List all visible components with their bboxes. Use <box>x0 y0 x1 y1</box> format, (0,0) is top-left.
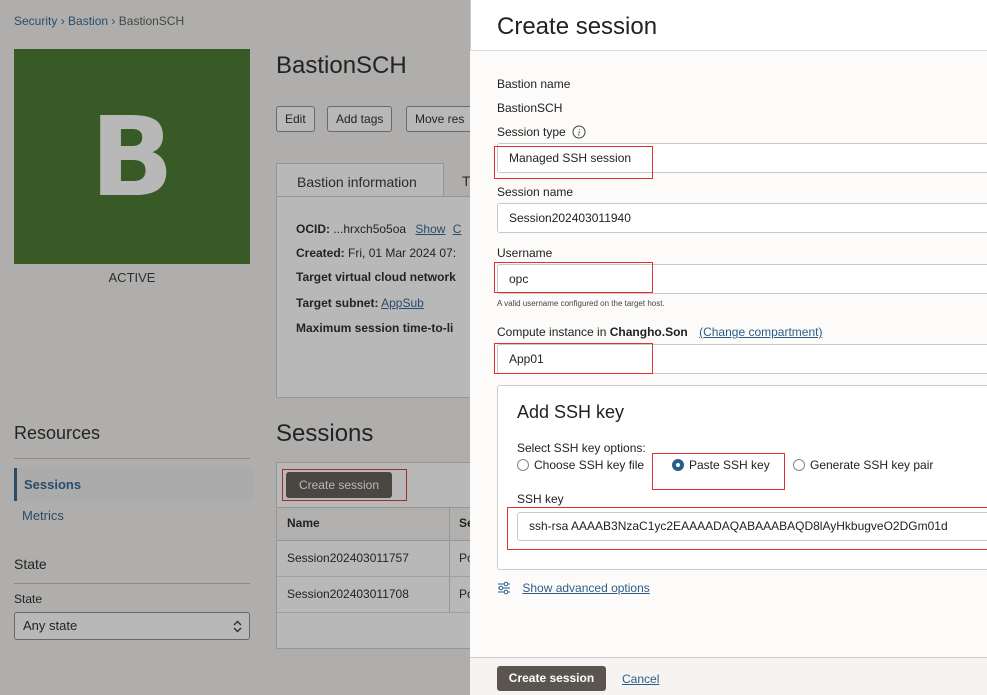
ssh-key-label: SSH key <box>517 492 564 506</box>
highlight-box <box>652 453 785 490</box>
radio-generate-ssh-key-pair[interactable] <box>793 459 805 471</box>
cancel-link[interactable]: Cancel <box>622 672 659 686</box>
settings-sliders-icon <box>498 581 510 595</box>
change-compartment-link[interactable]: (Change compartment) <box>699 325 822 339</box>
highlight-box <box>494 146 653 179</box>
highlight-box <box>494 262 653 293</box>
compute-label-prefix: Compute instance in <box>497 325 607 339</box>
bastion-name-value: BastionSCH <box>497 101 563 115</box>
session-type-label: Session type i <box>497 125 586 139</box>
radio-label-generate-pair[interactable]: Generate SSH key pair <box>810 458 933 472</box>
svg-text:i: i <box>578 128 581 138</box>
compartment-name: Changho.Son <box>609 325 688 339</box>
compute-instance-label: Compute instance in Changho.Son (Change … <box>497 325 822 339</box>
bastion-name-label: Bastion name <box>497 77 571 91</box>
session-name-input[interactable]: Session202403011940 <box>497 203 987 233</box>
create-session-button[interactable]: Create session <box>497 666 606 691</box>
username-label: Username <box>497 246 553 260</box>
panel-title: Create session <box>497 13 658 40</box>
session-name-value: Session202403011940 <box>509 211 631 225</box>
info-icon[interactable]: i <box>572 125 586 139</box>
radio-label-choose-file[interactable]: Choose SSH key file <box>534 458 644 472</box>
session-type-label-text: Session type <box>497 125 566 139</box>
advanced-options-toggle[interactable]: Show advanced options <box>497 581 650 595</box>
ssh-options-label: Select SSH key options: <box>517 441 646 455</box>
modal-backdrop[interactable] <box>0 0 470 695</box>
session-name-label: Session name <box>497 185 574 199</box>
advanced-options-link[interactable]: Show advanced options <box>522 581 649 595</box>
ssh-card-title: Add SSH key <box>517 402 625 422</box>
username-hint: A valid username configured on the targe… <box>497 299 665 308</box>
divider <box>470 50 987 51</box>
highlight-box <box>494 343 653 374</box>
radio-choose-ssh-key-file[interactable] <box>517 459 529 471</box>
highlight-box <box>507 507 987 550</box>
